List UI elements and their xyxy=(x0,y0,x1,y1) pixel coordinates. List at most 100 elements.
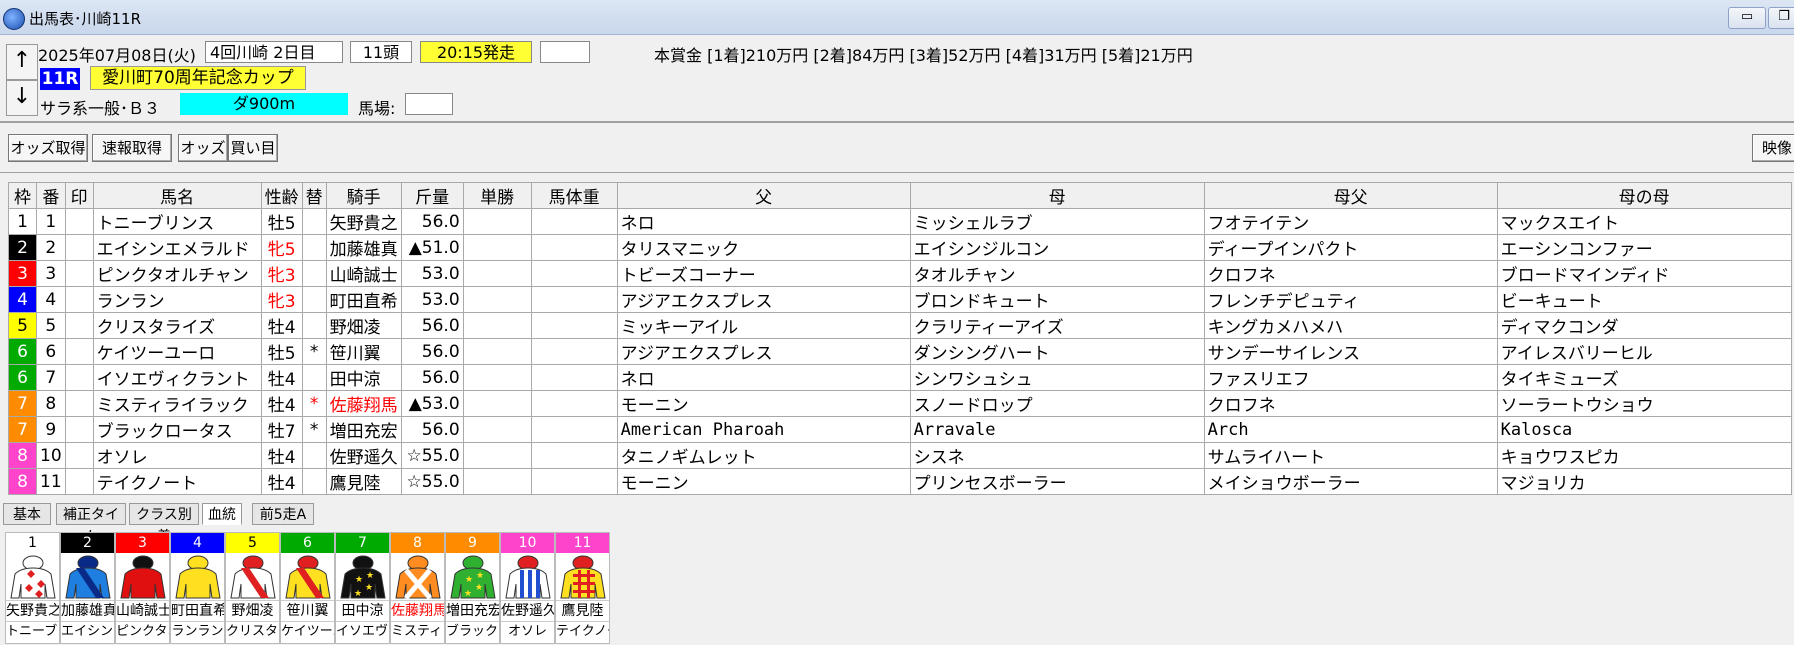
course-distance: ダ900m xyxy=(180,93,348,115)
header-dam[interactable]: 母 xyxy=(909,182,1205,209)
baba-label: 馬場: xyxy=(358,99,396,118)
header-jockey[interactable]: 騎手 xyxy=(325,182,402,209)
silk-entry[interactable]: 10 佐野遥久 オソレ xyxy=(500,532,555,644)
silk-entry[interactable]: 5 野畑凌クリスタラ xyxy=(225,532,280,644)
win-odds xyxy=(462,260,532,287)
jockey-name: 町田直希 xyxy=(325,286,402,313)
mark-cell[interactable] xyxy=(64,338,94,365)
minimize-button[interactable]: ▭ xyxy=(1728,7,1766,29)
horse-number: 8 xyxy=(36,390,66,417)
window-title: 出馬表･川崎11R xyxy=(29,10,142,28)
mark-cell[interactable] xyxy=(64,260,94,287)
silk-entry[interactable]: 7★★★★田中涼イソエヴィ xyxy=(335,532,390,644)
table-row[interactable]: 1 1 トニーブリンス 牡5 矢野貴之 56.0 ネロ ミッシェルラブ フオテイテン マックスエイ… xyxy=(8,208,1792,235)
table-row[interactable]: 3 3 ピンクタオルチャン 牝3 山崎誠士 53.0 トビーズコーナー タオルチャン クロフネブ… xyxy=(8,260,1792,287)
header-odds[interactable]: 単勝 xyxy=(462,182,532,209)
body-weight xyxy=(530,416,618,443)
restore-button[interactable]: ❐ xyxy=(1768,7,1794,29)
tab-basic[interactable]: 基本 xyxy=(3,503,51,525)
header-mark[interactable]: 印 xyxy=(64,182,94,209)
sex-age: 牝3 xyxy=(260,286,303,313)
table-row[interactable]: 4 4 ランラン 牝3 町田直希 53.0 アジアエクスプレス ブロンドキュート フレンチデピュ… xyxy=(8,286,1792,313)
sex-age: 牡5 xyxy=(260,338,303,365)
jockey-silk-icon xyxy=(559,555,606,599)
header-num[interactable]: 番 xyxy=(36,182,66,209)
win-odds xyxy=(462,468,532,495)
change-mark xyxy=(301,208,327,235)
prev-race-button[interactable]: ↑ xyxy=(6,44,38,80)
change-mark: * xyxy=(301,416,327,443)
separator xyxy=(0,121,1794,123)
bets-button[interactable]: 買い目 xyxy=(228,134,278,162)
sex-age: 牝5 xyxy=(260,234,303,261)
waku-cell: 2 xyxy=(8,234,37,261)
silk-entry[interactable]: 1 矢野貴之トニーブリ xyxy=(5,532,60,644)
body-weight xyxy=(530,364,618,391)
silk-entry[interactable]: 9★★★★増田充宏ブラックロ xyxy=(445,532,500,644)
dam-name: スノードロップ xyxy=(909,390,1205,417)
table-row[interactable]: 7 8 ミスティライラック 牡4 * 佐藤翔馬 ▲53.0 モーニン スノードロップ クロフネ ソー… xyxy=(8,390,1792,417)
silk-jockey-name: 野畑凌 xyxy=(226,600,279,621)
tab-corrected-time[interactable]: 補正タイム xyxy=(56,503,126,545)
silk-entry[interactable]: 3 山崎誠士ピンクタオ xyxy=(115,532,170,644)
table-row[interactable]: 7 9 ブラックロータス 牡7 * 増田充宏 56.0 American Pharoah Arr… xyxy=(8,416,1792,443)
table-row[interactable]: 8 11 テイクノート 牡4 鷹見陸 ☆55.0 モーニン プリンセスボーラー メイショウボーラ… xyxy=(8,468,1792,495)
win-odds xyxy=(462,364,532,391)
mark-cell[interactable] xyxy=(64,416,94,443)
tab-class-finish[interactable]: クラス別着 xyxy=(129,503,199,545)
header-sire[interactable]: 父 xyxy=(616,182,911,209)
mark-cell[interactable] xyxy=(64,442,94,469)
broodmare-sire-name: ファスリエフ xyxy=(1203,364,1498,391)
table-row[interactable]: 6 7 イソエヴィクラント 牡4 田中涼 56.0 ネロ シンワシュシュ ファスリエフ タイキミュ… xyxy=(8,364,1792,391)
carried-weight: 53.0 xyxy=(400,286,464,313)
horse-name: テイクノート xyxy=(92,468,262,495)
mark-cell[interactable] xyxy=(64,234,94,261)
mark-cell[interactable] xyxy=(64,312,94,339)
odds-fetch-button[interactable]: オッズ取得 xyxy=(8,134,88,162)
svg-text:★: ★ xyxy=(464,589,472,599)
video-button[interactable]: 映像 xyxy=(1752,134,1794,162)
silk-jockey-name: 笹川翼 xyxy=(281,600,334,621)
header-bms[interactable]: 母父 xyxy=(1203,182,1498,209)
silk-jockey-name: 矢野貴之 xyxy=(6,600,59,621)
table-row[interactable]: 5 5 クリスタライズ 牡4 野畑凌 56.0 ミッキーアイル クラリティーアイズ キングカメハ… xyxy=(8,312,1792,339)
silk-entry[interactable]: 11 鷹見陸テイクノー xyxy=(555,532,610,644)
table-row[interactable]: 6 6 ケイツーユーロ 牡5 * 笹川翼 56.0 アジアエクスプレス ダンシングハート サンデー… xyxy=(8,338,1792,365)
carried-weight: ▲53.0 xyxy=(400,390,464,417)
silk-entry[interactable]: 8 佐藤翔馬ミスティラ xyxy=(390,532,445,644)
change-mark xyxy=(301,364,327,391)
next-race-button[interactable]: ↓ xyxy=(6,80,38,116)
header-waku[interactable]: 枠 xyxy=(8,182,37,209)
horse-name: ピンクタオルチャン xyxy=(92,260,262,287)
mark-cell[interactable] xyxy=(64,468,94,495)
header-name[interactable]: 馬名 xyxy=(92,182,262,209)
separator xyxy=(0,172,1794,173)
flash-fetch-button[interactable]: 速報取得 xyxy=(92,134,172,162)
tab-pedigree[interactable]: 血統 xyxy=(202,503,242,525)
silk-entry[interactable]: 6 笹川翼ケイツーユ xyxy=(280,532,335,644)
change-mark xyxy=(301,260,327,287)
silk-entry[interactable]: 4 町田直希 ランラン xyxy=(170,532,225,644)
waku-cell: 6 xyxy=(8,364,37,391)
header-weight[interactable]: 斤量 xyxy=(400,182,464,209)
table-row[interactable]: 2 2 エイシンエメラルド 牝5 加藤雄真 ▲51.0 タリスマニック エイシンジルコン ディー… xyxy=(8,234,1792,261)
header-change[interactable]: 替 xyxy=(301,182,327,209)
odds-button[interactable]: オッズ xyxy=(178,134,228,162)
jockey-name: 加藤雄真 xyxy=(325,234,402,261)
silk-number: 2 xyxy=(61,533,114,553)
header-sex-age[interactable]: 性齢 xyxy=(260,182,303,209)
header-body-weight[interactable]: 馬体重 xyxy=(530,182,618,209)
horse-name: ブラックロータス xyxy=(92,416,262,443)
tab-last-5-runs[interactable]: 前5走A xyxy=(252,503,314,525)
table-row[interactable]: 8 10 オソレ 牡4 佐野遥久 ☆55.0 タニノギムレット シスネ サムライハート キョウワス… xyxy=(8,442,1792,469)
sire-name: トビーズコーナー xyxy=(616,260,911,287)
table-header-row: 枠番印馬名 性齢替騎手 斤量 単勝 馬体重父母母父 母の母 xyxy=(8,182,1792,209)
header-dam-dam[interactable]: 母の母 xyxy=(1496,182,1792,209)
mark-cell[interactable] xyxy=(64,364,94,391)
silk-entry[interactable]: 2 加藤雄真エイシンエ xyxy=(60,532,115,644)
mark-cell[interactable] xyxy=(64,390,94,417)
silk-jockey-name: 佐野遥久 xyxy=(501,600,554,621)
mark-cell[interactable] xyxy=(64,208,94,235)
mark-cell[interactable] xyxy=(64,286,94,313)
broodmare-sire-name: キングカメハメハ xyxy=(1203,312,1498,339)
